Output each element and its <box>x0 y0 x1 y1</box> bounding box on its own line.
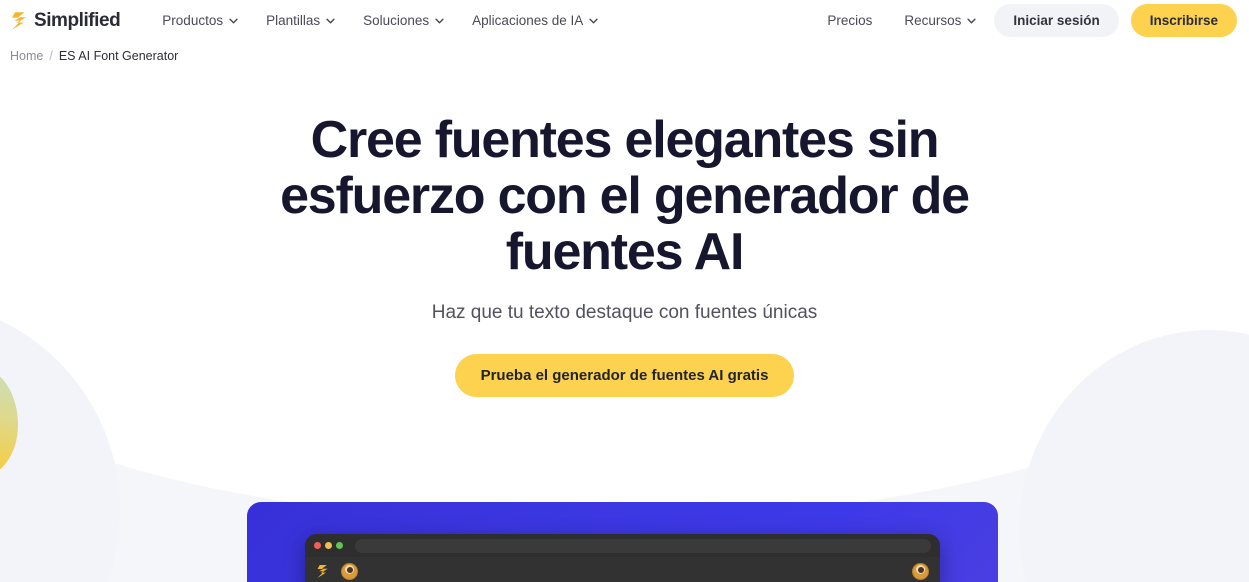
yellow-gradient-blob-left <box>0 368 18 478</box>
simplified-s-logo-icon[interactable] <box>316 564 330 579</box>
chevron-down-icon <box>589 18 598 23</box>
window-toolbar <box>305 557 940 582</box>
nav-item-aplicaciones-de-ia[interactable]: Aplicaciones de IA <box>458 7 612 34</box>
nav-item-label: Plantillas <box>266 13 321 28</box>
nav-item-label: Precios <box>827 13 873 28</box>
site-header: Simplified Productos Plantillas Solucion… <box>0 0 1249 41</box>
simplified-s-logo-icon <box>11 11 27 30</box>
brand-name: Simplified <box>34 9 121 31</box>
white-blob-right <box>939 0 1249 430</box>
chevron-down-icon <box>967 18 977 23</box>
nav-item-label: Recursos <box>904 13 962 28</box>
brand-logo[interactable]: Simplified <box>10 9 121 32</box>
hero-section: Cree fuentes elegantes sin esfuerzo con … <box>275 63 975 398</box>
nav-item-label: Soluciones <box>363 13 430 28</box>
nav-item-recursos[interactable]: Recursos <box>890 7 990 34</box>
page-title: Cree fuentes elegantes sin esfuerzo con … <box>280 111 970 282</box>
breadcrumb: Home / ES AI Font Generator <box>0 41 1249 63</box>
signup-button[interactable]: Inscribirse <box>1130 4 1237 37</box>
close-icon[interactable] <box>314 542 321 549</box>
try-generator-button[interactable]: Prueba el generador de fuentes AI gratis <box>454 354 795 398</box>
breadcrumb-current: ES AI Font Generator <box>58 49 179 63</box>
breadcrumb-home[interactable]: Home <box>10 49 43 63</box>
avatar[interactable] <box>341 562 358 580</box>
lavender-blob-left <box>0 300 120 582</box>
app-window-mockup <box>305 534 940 582</box>
page-subtitle: Haz que tu texto destaque con fuentes ún… <box>431 302 818 324</box>
login-button[interactable]: Iniciar sesión <box>994 4 1119 37</box>
nav-item-soluciones[interactable]: Soluciones <box>349 7 458 34</box>
nav-item-plantillas[interactable]: Plantillas <box>252 7 349 34</box>
minimize-icon[interactable] <box>325 542 332 549</box>
primary-nav: Productos Plantillas Soluciones Aplicaci… <box>148 7 612 34</box>
chevron-down-icon <box>229 18 238 23</box>
nav-item-label: Productos <box>162 13 224 28</box>
nav-item-precios[interactable]: Precios <box>813 7 886 34</box>
nav-item-productos[interactable]: Productos <box>148 7 252 34</box>
breadcrumb-separator: / <box>49 49 53 63</box>
page-root: Simplified Productos Plantillas Solucion… <box>0 0 1249 582</box>
maximize-icon[interactable] <box>336 542 343 549</box>
showcase-card <box>247 502 998 582</box>
avatar[interactable] <box>912 562 929 580</box>
lavender-blob-right <box>1019 330 1249 582</box>
nav-item-label: Aplicaciones de IA <box>472 13 584 28</box>
secondary-nav: Precios Recursos Iniciar sesión Inscribi… <box>813 4 1237 37</box>
chevron-down-icon <box>435 18 444 23</box>
purple-gradient-blob <box>1069 0 1249 430</box>
window-titlebar <box>305 534 940 557</box>
chevron-down-icon <box>326 18 335 23</box>
url-input[interactable] <box>355 538 931 553</box>
